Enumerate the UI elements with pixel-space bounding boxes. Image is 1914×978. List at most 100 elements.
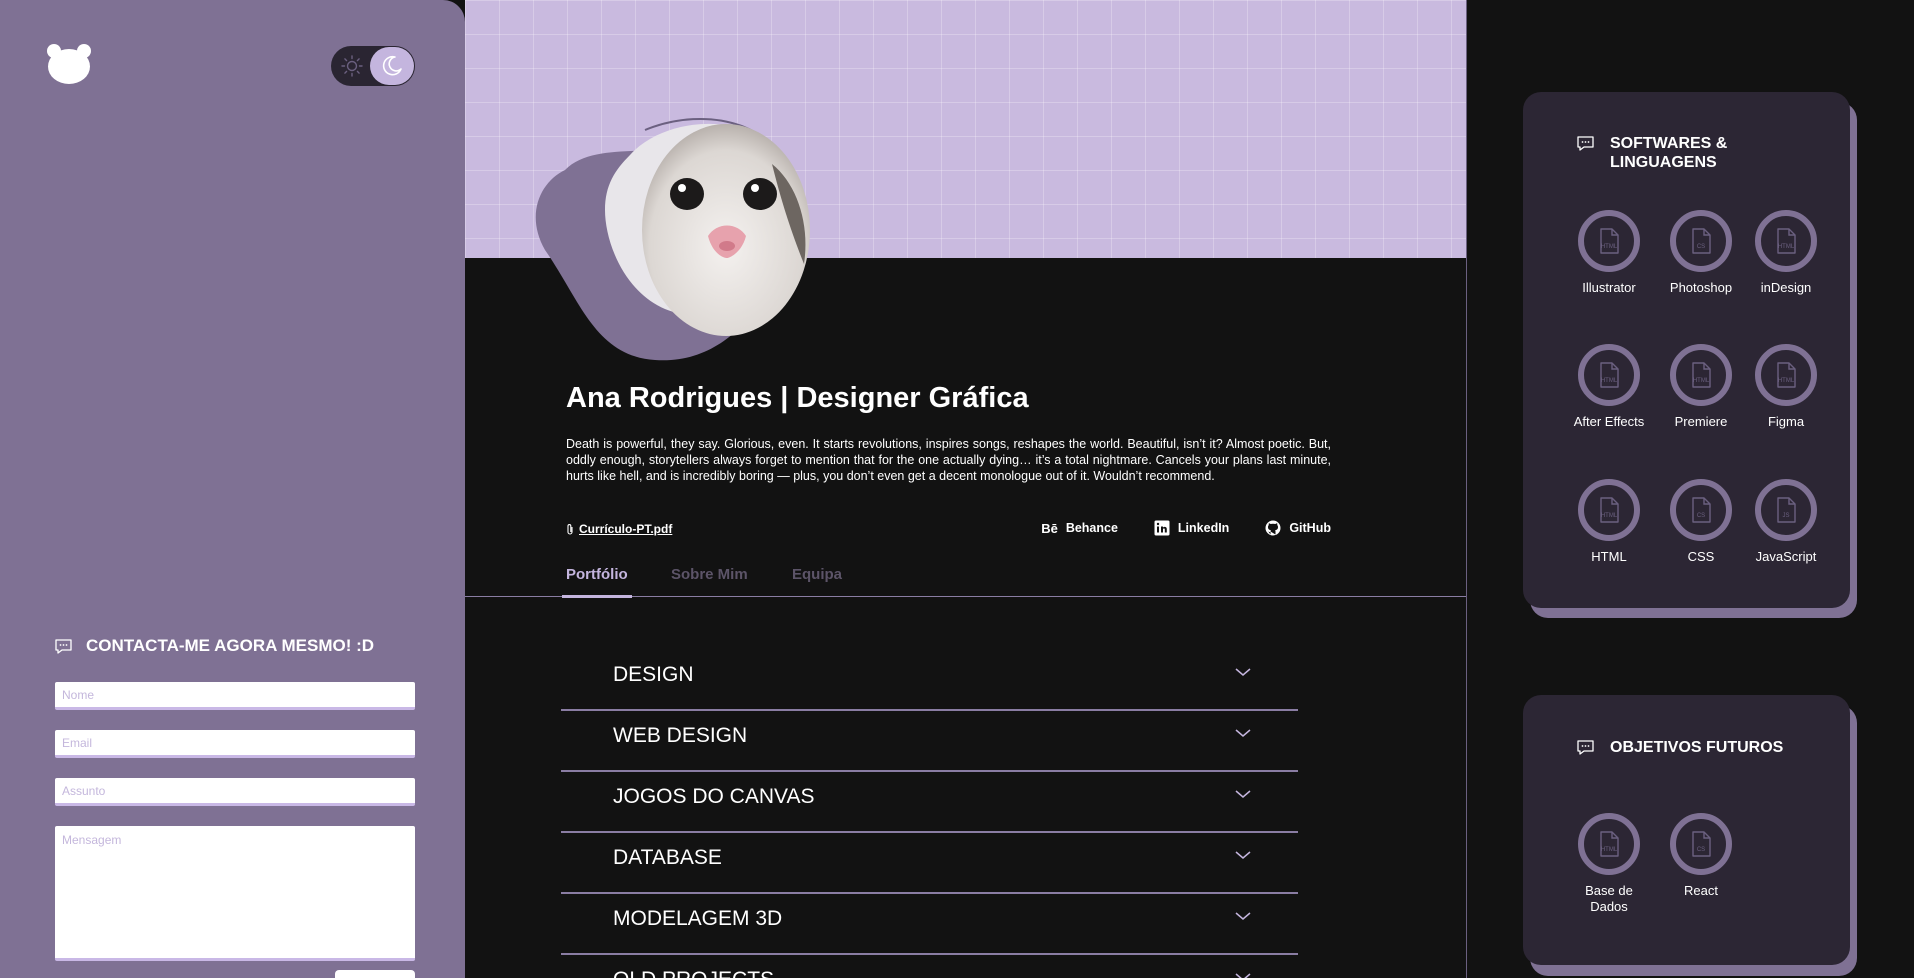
behance-link[interactable]: Bē Behance — [1041, 520, 1118, 536]
accordion-item-old-projects[interactable]: OLD PROJECTS — [561, 955, 1298, 978]
skill-item: HTML Illustrator — [1559, 210, 1659, 296]
tab-sobre-mim[interactable]: Sobre Mim — [667, 566, 752, 595]
tab-equipa[interactable]: Equipa — [788, 566, 846, 595]
goal-ring: HTML — [1578, 813, 1640, 875]
chevron-down-icon — [1235, 851, 1251, 859]
skills-panel: SOFTWARES & LINGUAGENS HTML Illustrator CS… — [1523, 92, 1850, 608]
skill-item: JS JavaScript — [1736, 479, 1836, 565]
file-icon: CS — [1692, 497, 1711, 523]
skill-name: HTML — [1591, 549, 1627, 564]
svg-text:CS: CS — [1697, 244, 1705, 250]
contact-title-text: CONTACTA-ME AGORA MESMO! :D — [86, 636, 375, 655]
github-label: GitHub — [1289, 521, 1331, 535]
file-icon: HTML — [1600, 362, 1619, 388]
skill-item: HTML inDesign — [1736, 210, 1836, 296]
svg-text:HTML: HTML — [1778, 244, 1795, 250]
contact-title: CONTACTA-ME AGORA MESMO! :D — [55, 636, 374, 656]
behance-label: Behance — [1065, 521, 1118, 535]
goals-title-text: OBJETIVOS FUTUROS — [1610, 739, 1784, 756]
svg-text:HTML: HTML — [1601, 378, 1618, 384]
skill-ring: HTML — [1755, 210, 1817, 272]
skill-ring: HTML — [1755, 344, 1817, 406]
github-icon — [1265, 520, 1281, 536]
cv-link-label: Currículo-PT.pdf — [579, 522, 673, 536]
avatar-frame — [525, 110, 845, 370]
profile-bio: Death is powerful, they say. Glorious, e… — [566, 437, 1331, 483]
skill-ring: HTML — [1578, 344, 1640, 406]
file-icon: CS — [1692, 831, 1711, 857]
tab-portfolio[interactable]: Portfólio — [562, 566, 632, 598]
accordion-item-jogos-do-canvas[interactable]: JOGOS DO CANVAS — [561, 772, 1298, 833]
svg-text:CS: CS — [1697, 847, 1705, 853]
skill-ring: HTML — [1670, 344, 1732, 406]
skill-item: HTML After Effects — [1559, 344, 1659, 430]
goal-name-line2: Dados — [1590, 899, 1628, 914]
chat-icon — [1577, 740, 1594, 755]
file-icon: HTML — [1600, 497, 1619, 523]
accordion-item-modelagem-3d[interactable]: MODELAGEM 3D — [561, 894, 1298, 955]
bear-logo-icon[interactable] — [46, 44, 92, 84]
behance-icon: Bē — [1041, 520, 1058, 536]
goal-ring: CS — [1670, 813, 1732, 875]
theme-toggle[interactable] — [331, 46, 415, 86]
portfolio-accordion: DESIGN WEB DESIGN JOGOS DO CANVAS DATABA… — [561, 650, 1298, 978]
cv-download-link[interactable]: Currículo-PT.pdf — [566, 522, 672, 536]
accordion-label: OLD PROJECTS — [613, 968, 774, 978]
goals-panel: OBJETIVOS FUTUROS HTML Base de Dados CS Reac… — [1523, 695, 1850, 965]
chat-icon — [1577, 136, 1594, 151]
goal-item: CS React — [1651, 813, 1751, 899]
file-icon: JS — [1777, 497, 1796, 523]
goal-name: Base de Dados — [1559, 883, 1659, 915]
accordion-item-design[interactable]: DESIGN — [561, 650, 1298, 711]
chevron-down-icon — [1235, 729, 1251, 737]
subject-field[interactable] — [55, 778, 415, 806]
chevron-down-icon — [1235, 790, 1251, 798]
goal-name-line1: React — [1684, 883, 1718, 898]
skill-item: HTML Figma — [1736, 344, 1836, 430]
goals-panel-title: OBJETIVOS FUTUROS — [1577, 738, 1783, 757]
message-field[interactable] — [55, 826, 415, 961]
goal-item: HTML Base de Dados — [1559, 813, 1659, 915]
chevron-down-icon — [1235, 912, 1251, 920]
profile-tabs: Portfólio Sobre Mim Equipa — [465, 556, 1466, 598]
file-icon: HTML — [1692, 362, 1711, 388]
file-icon: CS — [1692, 228, 1711, 254]
svg-text:JS: JS — [1782, 513, 1789, 519]
sun-icon — [341, 55, 363, 77]
social-links: Bē Behance LinkedIn GitHub — [1041, 520, 1331, 536]
skill-name: JavaScript — [1755, 549, 1817, 564]
skill-name: Illustrator — [1582, 280, 1636, 295]
left-sidebar: CONTACTA-ME AGORA MESMO! :D — [0, 0, 465, 978]
moon-icon — [382, 55, 402, 76]
theme-toggle-knob[interactable] — [370, 47, 414, 85]
linkedin-link[interactable]: LinkedIn — [1154, 520, 1229, 536]
github-link[interactable]: GitHub — [1265, 520, 1331, 536]
cat-photo — [642, 124, 810, 336]
email-field[interactable] — [55, 730, 415, 758]
accordion-label: WEB DESIGN — [613, 724, 748, 747]
chevron-down-icon — [1235, 668, 1251, 676]
profile-avatar — [642, 124, 810, 336]
send-button[interactable] — [335, 970, 415, 978]
skill-item: HTML HTML — [1559, 479, 1659, 565]
accordion-item-database[interactable]: DATABASE — [561, 833, 1298, 894]
svg-text:HTML: HTML — [1693, 378, 1710, 384]
file-icon: HTML — [1600, 831, 1619, 857]
skill-ring: HTML — [1578, 210, 1640, 272]
goal-name-line1: Base de — [1585, 883, 1633, 898]
skill-ring: JS — [1755, 479, 1817, 541]
linkedin-label: LinkedIn — [1177, 521, 1230, 535]
chevron-down-icon — [1235, 973, 1251, 978]
skill-ring: CS — [1670, 479, 1732, 541]
linkedin-icon — [1154, 520, 1170, 536]
accordion-label: DATABASE — [613, 846, 722, 869]
chat-icon — [55, 638, 72, 654]
file-icon: HTML — [1600, 228, 1619, 254]
accordion-item-web-design[interactable]: WEB DESIGN — [561, 711, 1298, 772]
skills-panel-title: SOFTWARES & LINGUAGENS — [1577, 134, 1727, 172]
skill-ring: HTML — [1578, 479, 1640, 541]
svg-text:HTML: HTML — [1601, 847, 1618, 853]
accordion-label: MODELAGEM 3D — [613, 907, 783, 930]
file-icon: HTML — [1777, 362, 1796, 388]
name-field[interactable] — [55, 682, 415, 710]
